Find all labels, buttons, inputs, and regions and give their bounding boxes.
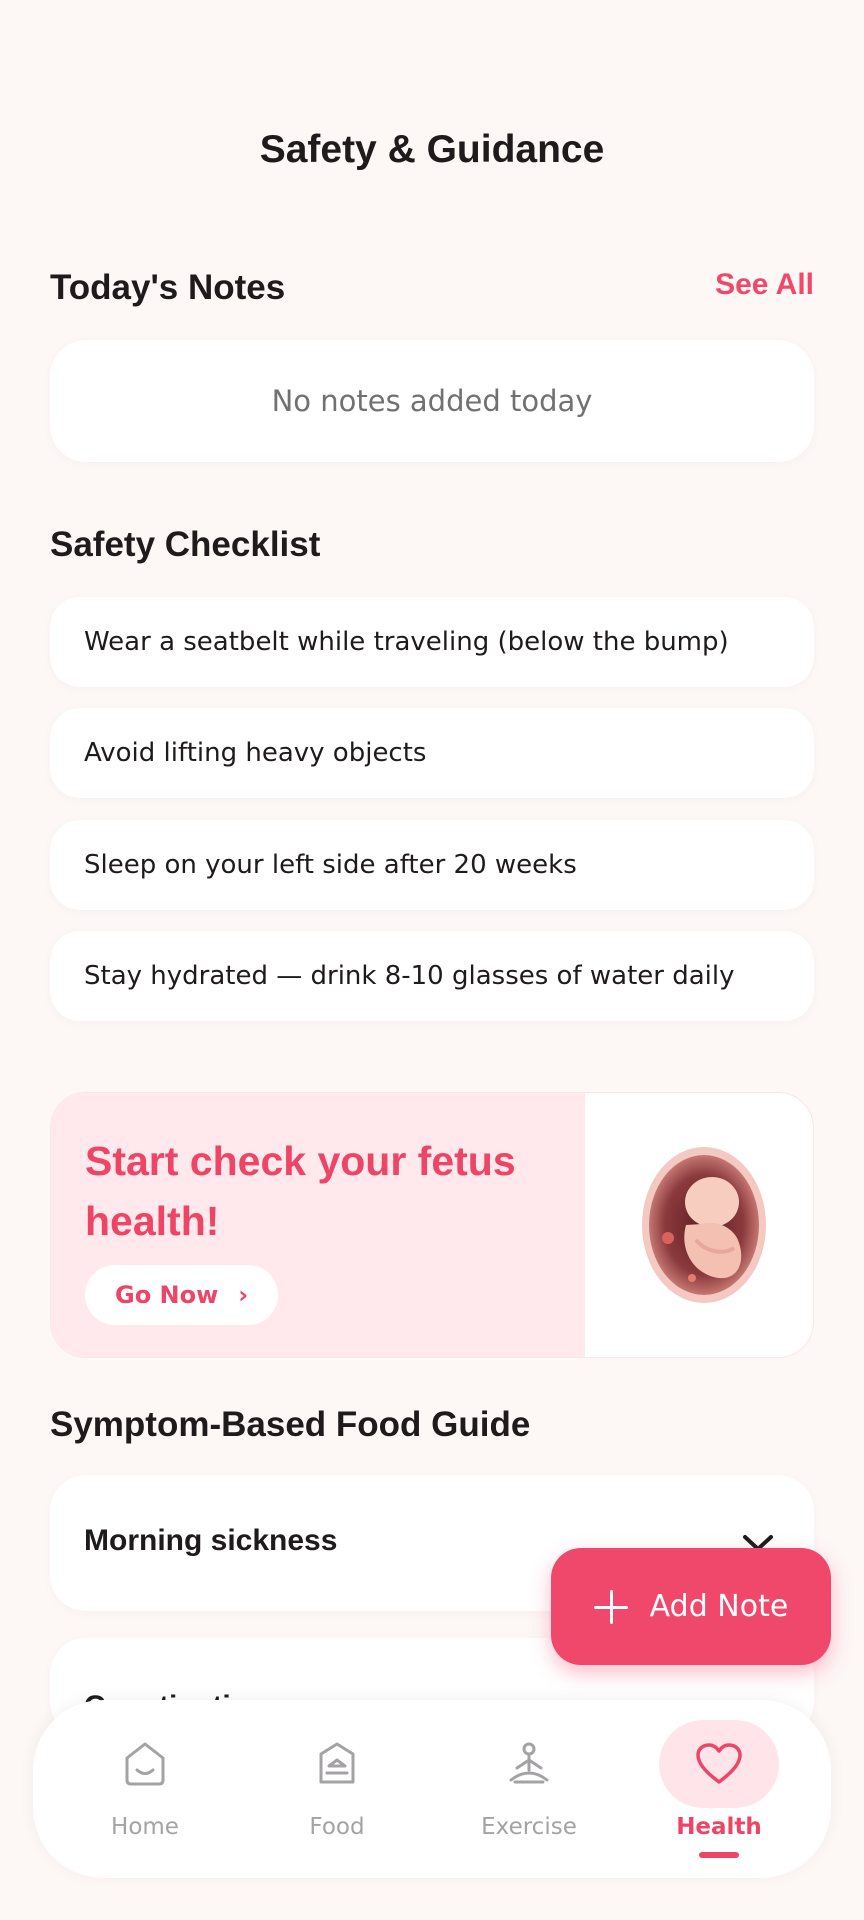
nav-item-home[interactable]: Home: [55, 1700, 235, 1878]
checklist-section-title: Safety Checklist: [50, 525, 321, 564]
plus-icon: [593, 1589, 628, 1624]
checklist-item-label: Sleep on your left side after 20 weeks: [84, 850, 577, 880]
active-tab-indicator: [699, 1852, 739, 1858]
go-now-label: Go Now: [115, 1281, 219, 1309]
food-guide-item-label: Morning sickness: [84, 1524, 338, 1557]
nav-label: Food: [309, 1814, 365, 1840]
checklist-item: Stay hydrated — drink 8-10 glasses of wa…: [50, 931, 814, 1021]
nav-label: Exercise: [481, 1814, 577, 1840]
fetus-illustration-icon: [642, 1147, 766, 1303]
notes-empty-card: No notes added today: [50, 340, 814, 462]
nav-item-food[interactable]: Food: [247, 1700, 427, 1878]
nav-item-health[interactable]: Health: [629, 1700, 809, 1878]
checklist-item-label: Stay hydrated — drink 8-10 glasses of wa…: [84, 961, 735, 991]
nav-icon-container: [277, 1720, 397, 1808]
add-note-label: Add Note: [649, 1589, 789, 1624]
checklist-item: Wear a seatbelt while traveling (below t…: [50, 597, 814, 687]
nav-icon-container: [659, 1720, 779, 1808]
fetus-health-banner[interactable]: Start check your fetus health! Go Now ›: [50, 1092, 814, 1358]
add-note-button[interactable]: Add Note: [551, 1548, 831, 1665]
checklist-item: Avoid lifting heavy objects: [50, 708, 814, 798]
bottom-nav: Home Food Exercise Health: [33, 1700, 831, 1878]
chevron-right-icon: ›: [238, 1281, 249, 1309]
see-all-link[interactable]: See All: [715, 268, 814, 302]
food-icon: [319, 1742, 355, 1784]
notes-empty-text: No notes added today: [271, 384, 593, 418]
nav-label: Home: [111, 1814, 179, 1840]
heart-icon: [696, 1743, 742, 1784]
nav-icon-container: [85, 1720, 205, 1808]
notes-section-title: Today's Notes: [50, 268, 286, 307]
page-title: Safety & Guidance: [259, 128, 605, 171]
food-guide-title: Symptom-Based Food Guide: [50, 1405, 531, 1444]
checklist-item-label: Wear a seatbelt while traveling (below t…: [84, 627, 729, 657]
checklist-item-label: Avoid lifting heavy objects: [84, 738, 427, 768]
go-now-button[interactable]: Go Now ›: [85, 1265, 279, 1325]
meditation-icon: [509, 1742, 549, 1784]
nav-icon-container: [469, 1720, 589, 1808]
nav-label: Health: [676, 1814, 762, 1840]
nav-item-exercise[interactable]: Exercise: [439, 1700, 619, 1878]
promo-title: Start check your fetus health!: [85, 1138, 516, 1244]
home-icon: [125, 1742, 165, 1786]
checklist-item: Sleep on your left side after 20 weeks: [50, 820, 814, 910]
